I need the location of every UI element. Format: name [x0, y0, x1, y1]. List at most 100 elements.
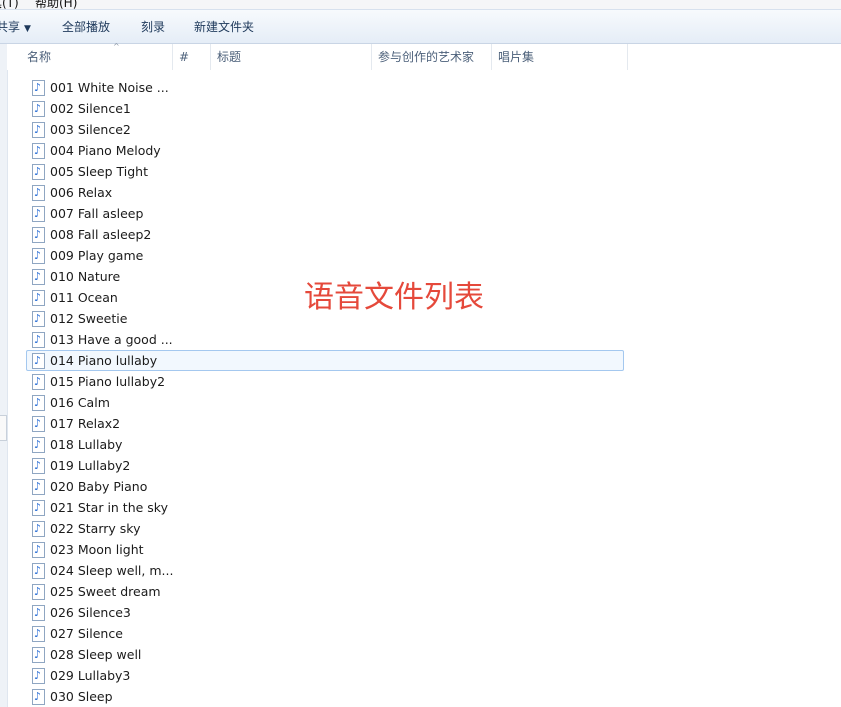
column-header-number[interactable]: #: [173, 44, 211, 70]
music-note-icon: ♪: [34, 690, 42, 703]
file-name: 021 Star in the sky: [50, 500, 168, 515]
pane-splitter-handle[interactable]: [0, 415, 7, 441]
file-name: 027 Silence: [50, 626, 123, 641]
audio-file-icon: ♪: [32, 290, 45, 306]
music-note-icon: ♪: [34, 648, 42, 661]
file-row[interactable]: ♪ 030 Sleep: [26, 686, 624, 707]
file-name: 023 Moon light: [50, 542, 144, 557]
audio-file-icon: ♪: [32, 164, 45, 180]
file-row[interactable]: ♪ 008 Fall asleep2: [26, 224, 624, 245]
column-header-name[interactable]: ^ 名称: [21, 43, 173, 70]
file-row[interactable]: ♪ 009 Play game: [26, 245, 624, 266]
file-row[interactable]: ♪ 028 Sleep well: [26, 644, 624, 665]
audio-file-icon: ♪: [32, 227, 45, 243]
file-name: 014 Piano lullaby: [50, 353, 158, 368]
audio-file-icon: ♪: [32, 80, 45, 96]
audio-file-icon: ♪: [32, 332, 45, 348]
file-row[interactable]: ♪ 007 Fall asleep: [26, 203, 624, 224]
audio-file-icon: ♪: [32, 374, 45, 390]
column-header-row: ^ 名称 # 标题 参与创作的艺术家 唱片集: [7, 43, 841, 70]
audio-file-icon: ♪: [32, 542, 45, 558]
file-row[interactable]: ♪ 026 Silence3: [26, 602, 624, 623]
audio-file-icon: ♪: [32, 101, 45, 117]
file-name: 017 Relax2: [50, 416, 121, 431]
file-row[interactable]: ♪ 019 Lullaby2: [26, 455, 624, 476]
file-name: 004 Piano Melody: [50, 143, 161, 158]
new-folder-button[interactable]: 新建文件夹: [194, 10, 254, 44]
file-name: 025 Sweet dream: [50, 584, 161, 599]
file-row[interactable]: ♪ 025 Sweet dream: [26, 581, 624, 602]
music-note-icon: ♪: [34, 375, 42, 388]
file-name: 009 Play game: [50, 248, 144, 263]
file-row[interactable]: ♪ 029 Lullaby3: [26, 665, 624, 686]
file-name: 019 Lullaby2: [50, 458, 131, 473]
audio-file-icon: ♪: [32, 248, 45, 264]
file-row[interactable]: ♪ 022 Starry sky: [26, 518, 624, 539]
music-note-icon: ♪: [34, 543, 42, 556]
music-note-icon: ♪: [34, 480, 42, 493]
file-name: 003 Silence2: [50, 122, 131, 137]
audio-file-icon: ♪: [32, 416, 45, 432]
audio-file-icon: ♪: [32, 521, 45, 537]
file-row[interactable]: ♪ 016 Calm: [26, 392, 624, 413]
chevron-down-icon: ▼: [24, 24, 31, 34]
file-name: 028 Sleep well: [50, 647, 142, 662]
audio-file-icon: ♪: [32, 479, 45, 495]
audio-file-icon: ♪: [32, 395, 45, 411]
file-name: 020 Baby Piano: [50, 479, 148, 494]
music-note-icon: ♪: [34, 501, 42, 514]
share-label: 共享: [0, 20, 21, 34]
file-row[interactable]: ♪ 024 Sleep well, m...: [26, 560, 624, 581]
music-note-icon: ♪: [34, 585, 42, 598]
command-toolbar: 共享 ▼ 全部播放 刻录 新建文件夹: [0, 9, 841, 44]
music-note-icon: ♪: [34, 396, 42, 409]
burn-button[interactable]: 刻录: [141, 10, 165, 44]
file-row[interactable]: ♪ 014 Piano lullaby: [26, 350, 624, 371]
column-header-title[interactable]: 标题: [211, 44, 372, 70]
column-header-name-label: 名称: [27, 50, 52, 64]
file-name: 002 Silence1: [50, 101, 131, 116]
file-name: 013 Have a good ...: [50, 332, 173, 347]
file-name: 029 Lullaby3: [50, 668, 131, 683]
share-button[interactable]: 共享 ▼: [0, 10, 31, 44]
file-row[interactable]: ♪ 027 Silence: [26, 623, 624, 644]
column-header-artists[interactable]: 参与创作的艺术家: [372, 44, 492, 70]
audio-file-icon: ♪: [32, 458, 45, 474]
play-all-button[interactable]: 全部播放: [62, 10, 110, 44]
file-row[interactable]: ♪ 020 Baby Piano: [26, 476, 624, 497]
menu-bar: 具(T) 帮助(H): [0, 0, 841, 9]
file-row[interactable]: ♪ 003 Silence2: [26, 119, 624, 140]
music-note-icon: ♪: [34, 438, 42, 451]
file-row[interactable]: ♪ 017 Relax2: [26, 413, 624, 434]
music-note-icon: ♪: [34, 564, 42, 577]
music-note-icon: ♪: [34, 312, 42, 325]
file-row[interactable]: ♪ 013 Have a good ...: [26, 329, 624, 350]
menu-help[interactable]: 帮助(H): [35, 0, 77, 9]
audio-file-icon: ♪: [32, 668, 45, 684]
file-row[interactable]: ♪ 023 Moon light: [26, 539, 624, 560]
file-list: ♪ 001 White Noise ... ♪ 002 Silence1 ♪ 003 Si…: [26, 77, 626, 707]
music-note-icon: ♪: [34, 291, 42, 304]
audio-file-icon: ♪: [32, 143, 45, 159]
music-note-icon: ♪: [34, 354, 42, 367]
music-note-icon: ♪: [34, 186, 42, 199]
file-name: 018 Lullaby: [50, 437, 123, 452]
audio-file-icon: ♪: [32, 311, 45, 327]
file-row[interactable]: ♪ 021 Star in the sky: [26, 497, 624, 518]
file-row[interactable]: ♪ 005 Sleep Tight: [26, 161, 624, 182]
music-note-icon: ♪: [34, 627, 42, 640]
audio-file-icon: ♪: [32, 185, 45, 201]
file-row[interactable]: ♪ 006 Relax: [26, 182, 624, 203]
menu-tools[interactable]: 具(T): [0, 0, 19, 9]
file-row[interactable]: ♪ 001 White Noise ...: [26, 77, 624, 98]
file-row[interactable]: ♪ 018 Lullaby: [26, 434, 624, 455]
file-row[interactable]: ♪ 002 Silence1: [26, 98, 624, 119]
file-row[interactable]: ♪ 004 Piano Melody: [26, 140, 624, 161]
audio-file-icon: ♪: [32, 584, 45, 600]
column-header-album[interactable]: 唱片集: [492, 44, 628, 70]
music-note-icon: ♪: [34, 165, 42, 178]
audio-file-icon: ♪: [32, 437, 45, 453]
music-note-icon: ♪: [34, 522, 42, 535]
annotation-label: 语音文件列表: [304, 280, 484, 315]
file-row[interactable]: ♪ 015 Piano lullaby2: [26, 371, 624, 392]
